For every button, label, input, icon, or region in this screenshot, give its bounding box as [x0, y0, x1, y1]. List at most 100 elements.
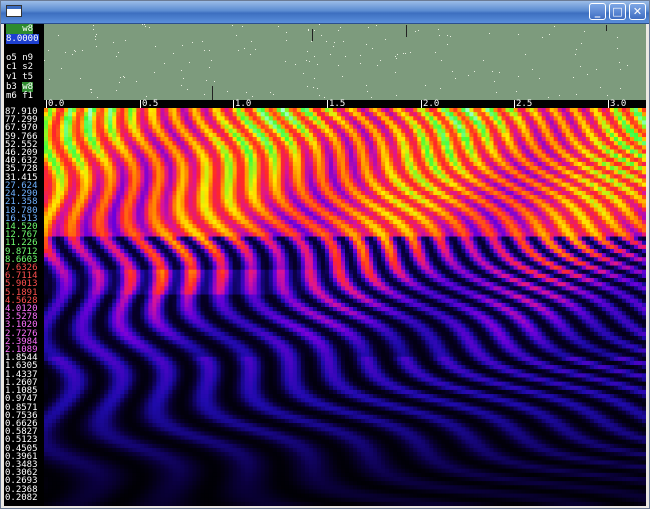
waveform-sample — [403, 53, 404, 54]
waveform-sample — [181, 70, 182, 71]
window-app-icon[interactable] — [6, 5, 22, 17]
waveform-sample — [395, 56, 396, 57]
time-tick — [514, 100, 515, 108]
control-line[interactable]: 8.0000 — [6, 33, 39, 44]
waveform-sample — [303, 73, 304, 74]
waveform-sample — [600, 87, 601, 88]
waveform-sample — [372, 48, 373, 49]
waveform-sample — [367, 91, 368, 92]
waveform-sample — [441, 60, 442, 61]
time-tick-label: 1.5 — [329, 99, 346, 109]
waveform-sample — [181, 85, 182, 86]
waveform-sample — [314, 30, 315, 31]
control-panel[interactable]: w8 8.0000 o5 n9 c1 s2 v1 t5 b3 w8 m6 f1 — [4, 24, 44, 102]
time-tick-label: 0.5 — [142, 99, 159, 109]
waveform-sample — [405, 53, 406, 54]
close-button[interactable]: ✕ — [629, 3, 646, 20]
waveform-sample — [97, 97, 98, 98]
waveform-sample — [575, 54, 576, 55]
waveform-sample — [227, 91, 228, 92]
control-text: w8 — [22, 81, 34, 92]
waveform-sample — [49, 79, 50, 80]
waveform-sample — [232, 25, 233, 26]
waveform-sample — [93, 29, 94, 30]
waveform-sample — [338, 30, 339, 31]
waveform-sample — [499, 72, 500, 73]
waveform-sample — [44, 60, 45, 61]
waveform-sample — [146, 96, 147, 97]
waveform-sample — [124, 77, 125, 78]
waveform-sample — [548, 97, 549, 98]
waveform-sample — [307, 51, 308, 52]
waveform-sample — [532, 69, 533, 70]
waveform-sample — [617, 37, 618, 38]
waveform-sample — [447, 44, 448, 45]
waveform-sample — [410, 52, 411, 53]
app-window: _ □ ✕ w8 8.0000 o5 n9 c1 s2 v1 t5 b3 w8 m6 f1 … — [0, 0, 650, 509]
waveform-marker — [312, 29, 313, 41]
waveform-sample — [65, 52, 66, 53]
waveform-sample — [96, 46, 97, 47]
title-bar[interactable]: _ □ ✕ — [1, 1, 649, 24]
waveform-sample — [360, 63, 361, 64]
waveform-sample — [617, 48, 618, 49]
waveform-sample — [144, 24, 145, 25]
waveform-sample — [342, 76, 343, 77]
waveform-sample — [396, 95, 397, 96]
waveform-sample — [206, 80, 207, 81]
time-tick — [421, 100, 422, 108]
waveform-sample — [385, 39, 386, 40]
control-text: v1 t5 — [6, 72, 34, 82]
waveform-sample — [317, 64, 318, 65]
waveform-sample — [319, 24, 320, 25]
waveform-sample — [596, 69, 597, 70]
waveform-sample — [113, 42, 114, 43]
waveform-sample — [246, 92, 247, 93]
waveform-sample — [58, 35, 59, 36]
wavelet-scalogram[interactable] — [44, 108, 646, 506]
waveform-sample — [366, 85, 367, 86]
control-line[interactable]: w8 — [6, 24, 34, 34]
waveform-sample — [72, 54, 73, 55]
time-tick — [233, 100, 234, 108]
time-tick — [46, 100, 47, 108]
waveform-sample — [204, 50, 205, 51]
waveform-strip[interactable] — [44, 24, 646, 100]
time-tick — [327, 100, 328, 108]
control-text: b3 — [6, 81, 23, 92]
waveform-sample — [118, 52, 119, 53]
waveform-sample — [549, 34, 550, 35]
waveform-sample — [183, 78, 184, 79]
waveform-sample — [211, 60, 212, 61]
waveform-sample — [474, 71, 475, 72]
waveform-sample — [525, 54, 526, 55]
waveform-sample — [450, 36, 451, 37]
time-axis: 0.0 0.5 1.0 1.5 2.0 2.5 3.0 — [44, 99, 646, 109]
waveform-sample — [314, 78, 315, 79]
control-line[interactable]: m6 f1 — [6, 92, 33, 101]
frequency-label: 0.2082 — [5, 493, 38, 503]
waveform-sample — [418, 30, 419, 31]
waveform-sample — [286, 40, 287, 41]
waveform-sample — [95, 39, 96, 40]
waveform-sample — [192, 42, 193, 43]
waveform-sample — [91, 92, 92, 93]
waveform-sample — [273, 94, 274, 95]
time-tick-label: 3.0 — [610, 99, 627, 109]
waveform-sample — [435, 52, 436, 53]
waveform-sample — [80, 78, 81, 79]
waveform-sample — [366, 44, 367, 45]
client-area: w8 8.0000 o5 n9 c1 s2 v1 t5 b3 w8 m6 f1 0.0 0.5… — [4, 24, 646, 506]
waveform-sample — [309, 61, 310, 62]
waveform-sample — [252, 96, 253, 97]
maximize-button[interactable]: □ — [609, 3, 626, 20]
waveform-sample — [202, 41, 203, 42]
waveform-sample — [48, 50, 49, 51]
waveform-sample — [95, 36, 96, 37]
waveform-sample — [627, 65, 628, 66]
waveform-sample — [330, 54, 331, 55]
minimize-button[interactable]: _ — [589, 3, 606, 20]
waveform-sample — [425, 85, 426, 86]
waveform-sample — [452, 71, 453, 72]
waveform-sample — [368, 27, 369, 28]
